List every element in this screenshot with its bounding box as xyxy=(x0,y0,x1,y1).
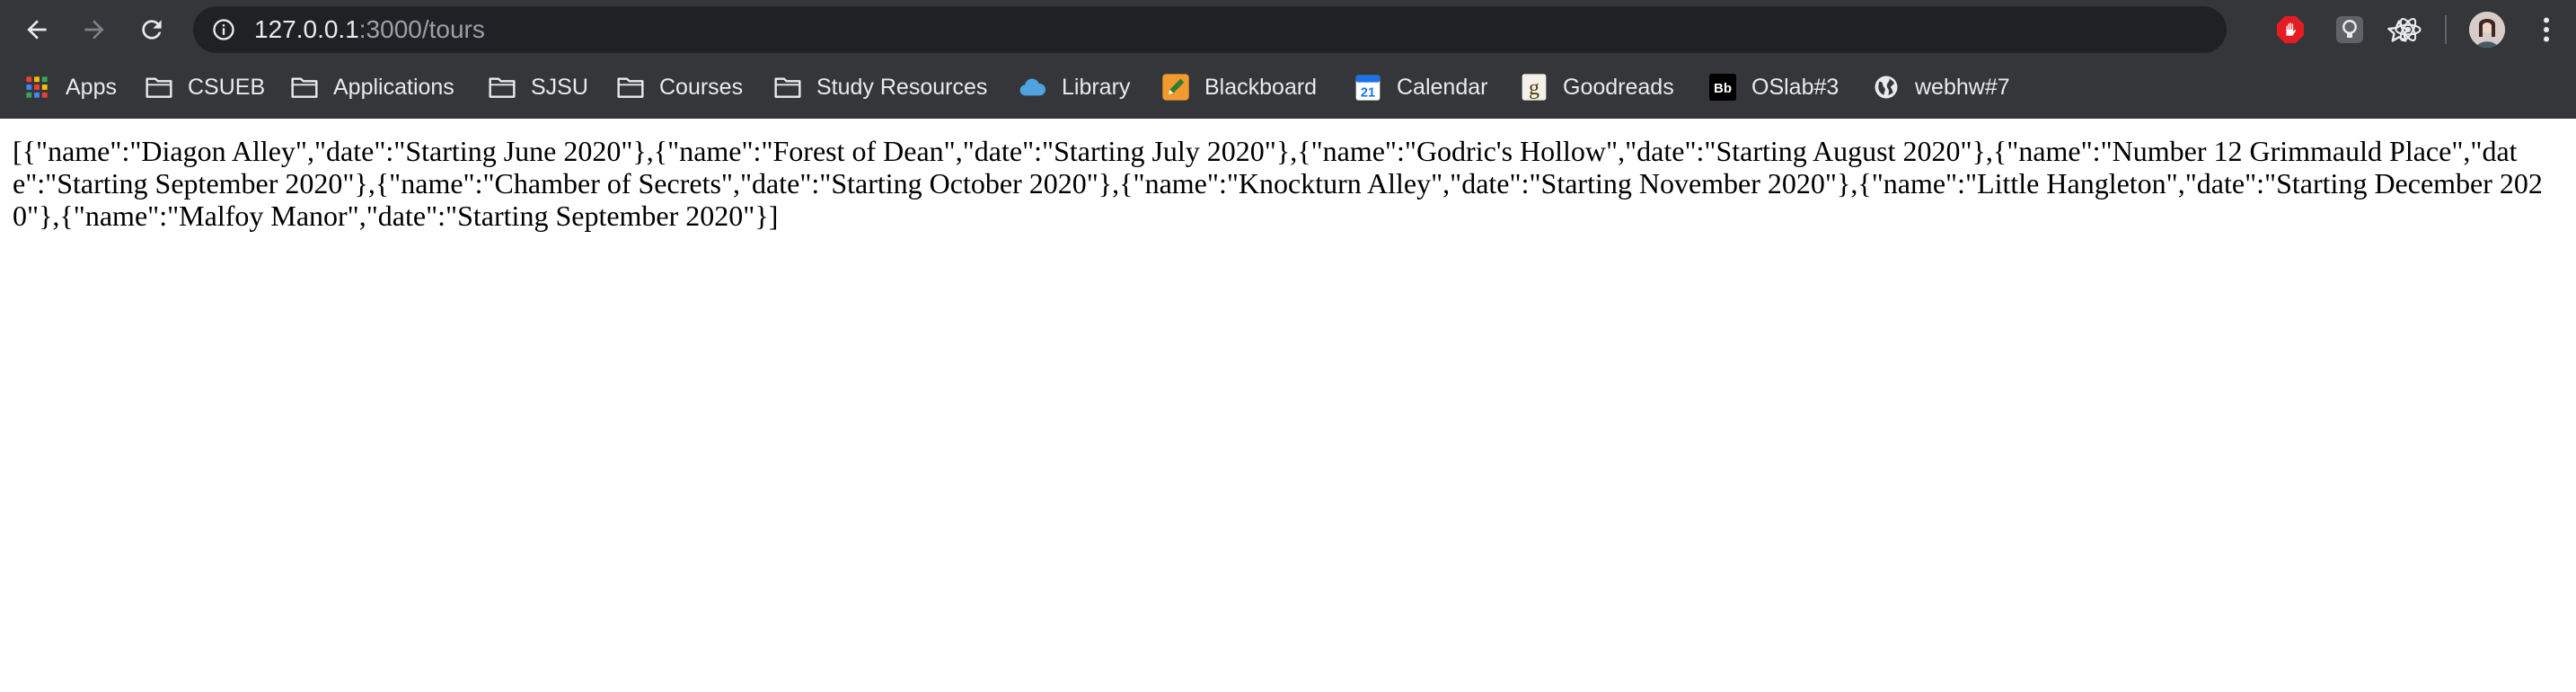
react-devtools-button[interactable] xyxy=(2392,13,2424,46)
arrow-right-icon xyxy=(84,20,104,40)
url-text[interactable]: 127.0.0.1:3000/tours xyxy=(254,6,485,53)
bookmark-goodreads[interactable]: g Goodreads xyxy=(1520,59,1674,115)
bookmark-label: Apps xyxy=(66,74,117,100)
url-host: 127.0.0.1 xyxy=(254,15,359,43)
adblock-hand-icon xyxy=(2277,16,2304,43)
react-atom-icon xyxy=(2395,17,2422,42)
folder-icon xyxy=(488,73,516,102)
arrow-left-icon xyxy=(27,20,47,40)
bookmarks-bar: Apps CSUEB Applications SJSU Courses Stu… xyxy=(0,59,2576,119)
cloud-icon xyxy=(1019,73,1047,102)
bookmark-oslab3[interactable]: Bb OSlab#3 xyxy=(1708,59,1839,115)
bookmark-label: Library xyxy=(1062,74,1131,100)
bookmark-csueb[interactable]: CSUEB xyxy=(145,59,265,115)
bookmark-applications[interactable]: Applications xyxy=(290,59,454,115)
bookmark-webhw7[interactable]: webhw#7 xyxy=(1872,59,2010,115)
goodreads-icon: g xyxy=(1520,73,1548,102)
bookmark-blackboard[interactable]: Blackboard xyxy=(1161,59,1317,115)
avatar[interactable] xyxy=(2469,12,2505,48)
bookmark-library[interactable]: Library xyxy=(1019,59,1130,115)
bookmark-label: webhw#7 xyxy=(1915,74,2010,100)
info-icon[interactable] xyxy=(211,17,236,42)
folder-icon xyxy=(773,73,802,102)
address-bar[interactable]: 127.0.0.1:3000/tours xyxy=(193,6,2411,53)
reload-button[interactable] xyxy=(130,8,173,51)
adblock-extension-button[interactable] xyxy=(2274,13,2307,46)
bookmark-label: Courses xyxy=(659,74,744,100)
bb-icon: Bb xyxy=(1708,73,1737,102)
folder-icon xyxy=(616,73,645,102)
back-button[interactable] xyxy=(15,8,58,51)
calendar-icon: 21 xyxy=(1354,73,1382,102)
url-path: :3000/tours xyxy=(358,15,485,43)
toolbar-divider xyxy=(2445,15,2447,44)
bookmark-label: Study Resources xyxy=(816,74,988,100)
bookmark-label: SJSU xyxy=(531,74,588,100)
globe-icon xyxy=(1872,73,1901,102)
folder-icon xyxy=(145,73,173,102)
svg-text:g: g xyxy=(1529,76,1539,100)
bookmark-courses[interactable]: Courses xyxy=(616,59,743,115)
kebab-menu-icon[interactable] xyxy=(2530,13,2563,46)
svg-text:21: 21 xyxy=(1361,86,1375,101)
bookmark-label: OSlab#3 xyxy=(1751,74,1839,100)
bookmark-calendar[interactable]: 21 Calendar xyxy=(1354,59,1487,115)
json-response-text: [{"name":"Diagon Alley","date":"Starting… xyxy=(13,135,2543,232)
reload-icon xyxy=(142,20,162,40)
bookmark-label: Applications xyxy=(333,74,454,100)
browser-toolbar: 127.0.0.1:3000/tours xyxy=(0,0,2576,59)
bookmark-label: Blackboard xyxy=(1204,74,1318,100)
bulb-extension-button[interactable] xyxy=(2333,13,2366,46)
forward-button[interactable] xyxy=(73,8,116,51)
bookmark-study-resources[interactable]: Study Resources xyxy=(773,59,987,115)
bookmark-sjsu[interactable]: SJSU xyxy=(488,59,588,115)
bookmark-label: CSUEB xyxy=(188,74,266,100)
bulb-icon xyxy=(2336,16,2363,43)
apps-grid-icon xyxy=(22,73,51,102)
bookmark-apps[interactable]: Apps xyxy=(22,59,117,115)
bookmark-label: Calendar xyxy=(1397,74,1488,100)
blackboard-pencil-icon xyxy=(1161,73,1190,102)
bookmark-label: Goodreads xyxy=(1563,74,1674,100)
svg-text:Bb: Bb xyxy=(1714,81,1732,96)
folder-icon xyxy=(290,73,319,102)
profile-photo-icon xyxy=(2469,12,2505,48)
